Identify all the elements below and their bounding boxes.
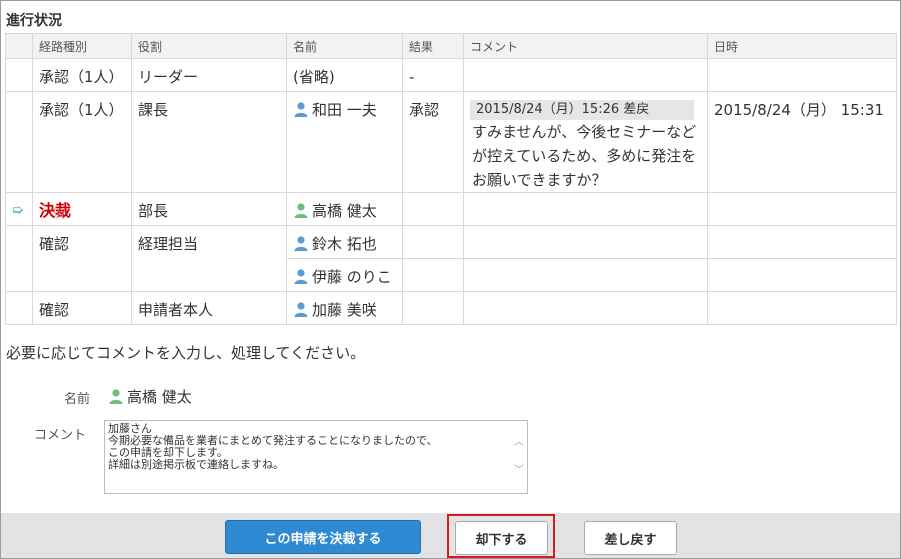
approver-cell: 高橋 健太 [286,192,403,226]
header-result: 結果 [402,33,464,59]
approver-name[interactable]: 伊藤 のりこ [312,268,392,286]
header-name: 名前 [286,33,403,59]
result: - [402,58,464,92]
approver-cell: 和田 一夫 [286,91,403,193]
reject-button[interactable]: 却下する [455,521,548,555]
user-icon [293,234,309,251]
route-type: 確認 [32,291,132,325]
header-route-type: 経路種別 [32,33,132,59]
datetime: 2015/8/24（月） 15:31 [707,91,897,193]
route-type: 承認（1人） [32,58,132,92]
name-label: 名前 [64,392,91,407]
approver-name[interactable]: 和田 一夫 [312,101,377,119]
route-table: 経路種別 役割 名前 結果 コメント 日時 承認（1人） リーダー (省略) -… [5,33,897,325]
approver-name[interactable]: 加藤 美咲 [312,301,377,319]
table-row: 確認 申請者本人 加藤 美咲 [5,291,897,325]
scroll-down-icon[interactable]: ﹀ [514,461,524,476]
route-type: 承認（1人） [32,91,132,193]
approver-name[interactable]: 高橋 健太 [312,202,377,220]
current-user-name[interactable]: 高橋 健太 [127,388,192,406]
header-marker [5,33,33,59]
role: リーダー [131,58,287,92]
result: 承認 [402,91,464,193]
approve-button[interactable]: この申請を決裁する [225,520,421,554]
role: 課長 [131,91,287,193]
route-type-cell: 決裁済 [32,192,132,226]
current-step-arrow-icon: ➯ [5,192,33,226]
approver-cell: 鈴木 拓也 [286,225,403,259]
comment-field-wrapper: ︿ ﹀ [104,420,528,494]
comment-header: 2015/8/24（月）15:26 差戻 [470,100,694,120]
header-comment: コメント [463,33,708,59]
scroll-up-icon[interactable]: ︿ [514,433,524,448]
header-role: 役割 [131,33,287,59]
comment-label: コメント [34,428,87,443]
user-icon [293,100,309,117]
approver-name[interactable]: 鈴木 拓也 [312,235,377,253]
role: 部長 [131,192,287,226]
header-datetime: 日時 [707,33,897,59]
name-value: 高橋 健太 [108,386,192,407]
table-row: 承認（1人） リーダー (省略) - [5,58,897,92]
table-row-current: ➯ 決裁済 部長 高橋 健太 [5,192,897,226]
user-icon [108,388,124,404]
user-icon [293,201,309,218]
comment-text: すみませんが、今後セミナーなどが控えているため、多めに発注をお願いできますか？ [472,123,697,189]
role: 経理担当 [131,225,287,292]
user-icon [293,267,309,284]
table-header-row: 経路種別 役割 名前 結果 コメント 日時 [5,33,897,59]
instruction-text: 必要に応じてコメントを入力し、処理してください。 [6,344,366,362]
return-button[interactable]: 差し戻す [584,521,677,555]
approver-name: (省略) [286,58,403,92]
role: 申請者本人 [131,291,287,325]
table-row: 承認（1人） 課長 和田 一夫 承認 2015/8/24（月）15:26 差戻 … [5,91,897,193]
approver-cell: 加藤 美咲 [286,291,403,325]
approver-cell: 伊藤 のりこ [286,258,403,292]
table-row: 確認 経理担当 鈴木 拓也 [5,225,897,292]
done-stamp: 済 [53,207,66,221]
comment-cell: 2015/8/24（月）15:26 差戻 すみませんが、今後セミナーなどが控えて… [463,91,708,193]
comment-textarea[interactable] [106,422,510,492]
route-type: 確認 [32,225,132,292]
section-title: 進行状況 [6,13,62,29]
route-type: 決裁済 [39,201,71,221]
user-icon [293,300,309,317]
